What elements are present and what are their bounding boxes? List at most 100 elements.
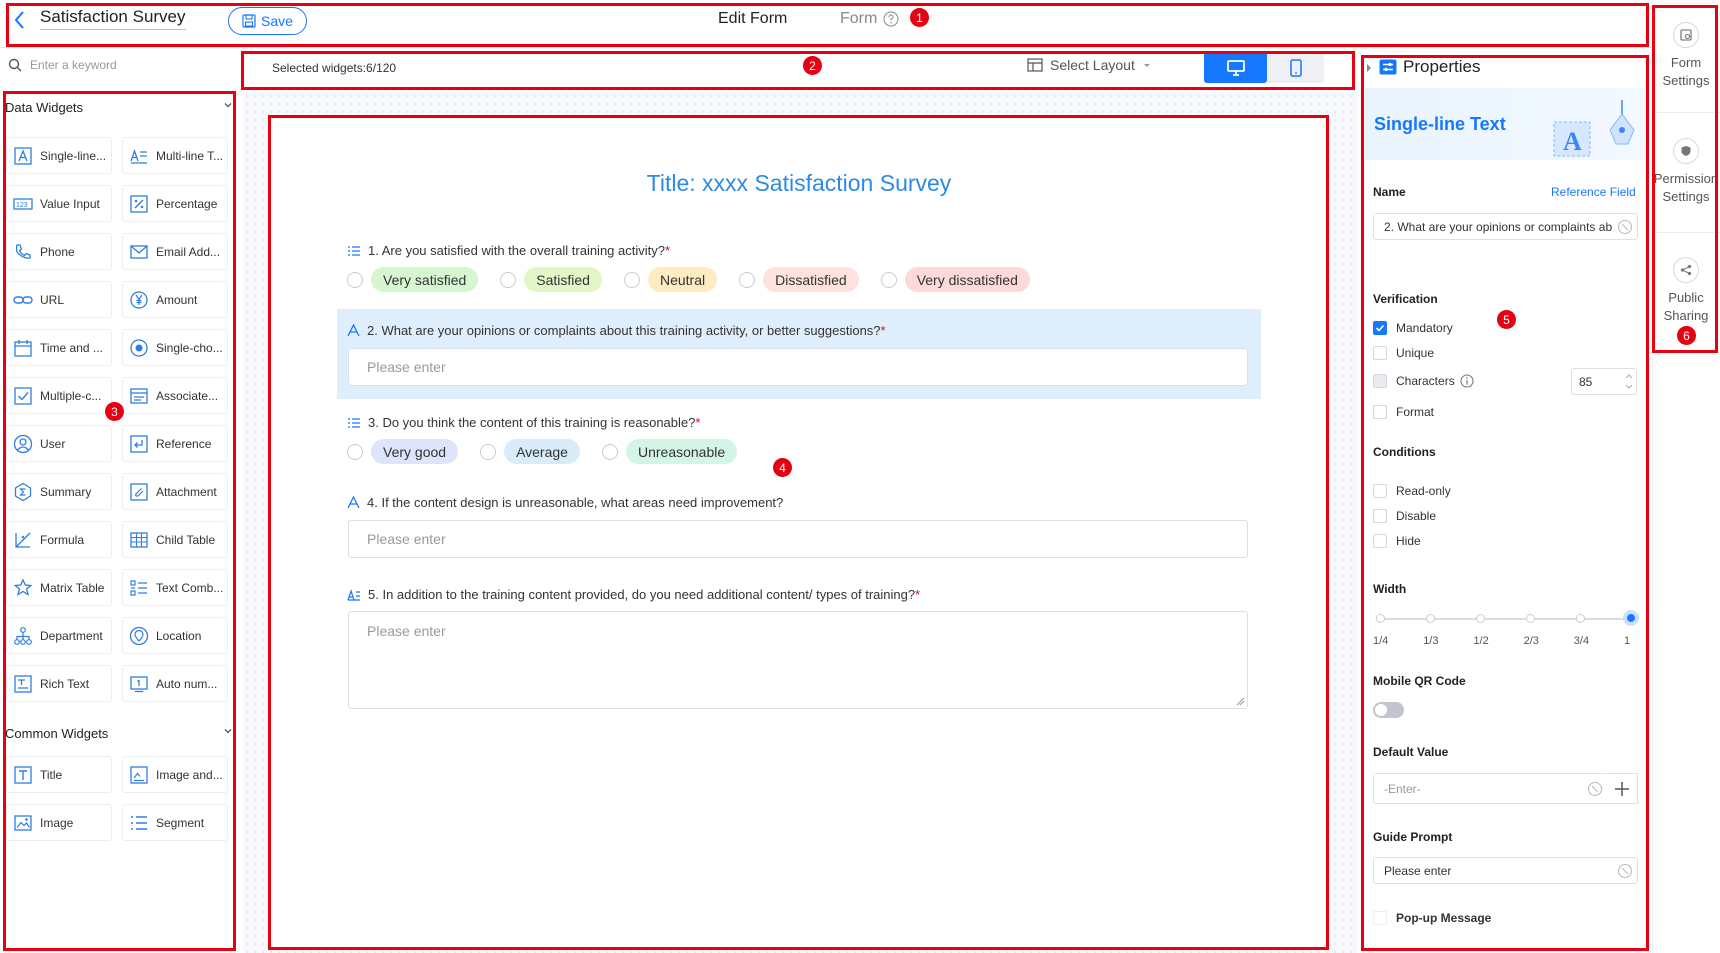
radio-button[interactable] [500, 271, 517, 288]
widget-button[interactable]: Percentage [122, 185, 228, 222]
widget-button[interactable]: Time and ... [6, 329, 112, 366]
radio-button[interactable] [601, 443, 618, 460]
question-5-label[interactable]: 5. In addition to the training content p… [347, 587, 920, 602]
radio-option[interactable]: Neutral [623, 267, 718, 292]
widget-button[interactable]: User [6, 425, 112, 462]
reference-field-link[interactable]: Reference Field [1551, 185, 1636, 199]
tab-edit-form[interactable]: Edit Form [718, 10, 787, 28]
widget-button[interactable]: Matrix Table [6, 569, 112, 606]
radio-button[interactable] [347, 271, 363, 288]
radio-button[interactable] [880, 271, 897, 288]
widget-button[interactable]: Attachment [122, 473, 228, 510]
question-5-textarea[interactable]: Please enter [348, 611, 1248, 709]
widget-button[interactable]: URL [6, 281, 112, 318]
width-slider-dot[interactable] [1425, 614, 1435, 623]
user-icon [13, 434, 33, 453]
question-4-label[interactable]: 4. If the content design is unreasonable… [347, 495, 783, 510]
disable-checkbox[interactable]: Disable [1373, 509, 1436, 523]
radio-button[interactable] [739, 271, 756, 288]
radio-button[interactable] [347, 443, 363, 460]
width-slider-dot[interactable] [1475, 614, 1485, 623]
widget-button[interactable]: Title [6, 756, 112, 793]
question-3-label[interactable]: 3. Do you think the content of this trai… [347, 415, 700, 430]
resize-handle-icon[interactable] [1236, 697, 1245, 706]
clear-icon[interactable] [1587, 781, 1603, 797]
mandatory-checkbox[interactable]: Mandatory [1373, 321, 1453, 335]
widget-search[interactable]: Enter a keyword [8, 58, 117, 72]
back-arrow-icon[interactable] [10, 8, 30, 32]
hide-checkbox[interactable]: Hide [1373, 534, 1421, 548]
radio-option[interactable]: Dissatisfied [739, 267, 859, 292]
question-4-input[interactable]: Please enter [348, 520, 1248, 558]
width-slider-dot[interactable] [1576, 614, 1586, 623]
widget-button[interactable]: Department [6, 617, 112, 654]
width-slider-dot[interactable] [1526, 614, 1536, 623]
form-title[interactable]: Title: xxxx Satisfaction Survey [270, 170, 1328, 197]
popup-message-checkbox[interactable]: Pop-up Message [1373, 911, 1491, 925]
select-layout-dropdown[interactable]: Select Layout [1027, 57, 1152, 73]
radio-option[interactable]: Satisfied [500, 267, 602, 292]
name-input[interactable]: 2. What are your opinions or complaints … [1373, 213, 1638, 240]
widget-button[interactable]: Location [122, 617, 228, 654]
help-icon[interactable] [883, 11, 899, 27]
characters-checkbox[interactable]: Characters [1373, 374, 1474, 388]
permission-settings-button[interactable]: Permission Settings [1652, 138, 1720, 206]
public-sharing-button[interactable]: Public Sharing [1652, 257, 1720, 325]
widget-button[interactable]: Phone [6, 233, 112, 270]
data-widgets-header[interactable]: Data Widgets [5, 100, 233, 115]
widget-button[interactable]: 123 Value Input [6, 185, 112, 222]
characters-stepper[interactable]: 85 [1571, 368, 1637, 395]
stepper-arrows-icon[interactable] [1624, 371, 1634, 392]
widget-button[interactable]: Image and... [122, 756, 228, 793]
radio-option[interactable]: Unreasonable [601, 439, 738, 464]
width-slider[interactable] [1380, 618, 1631, 620]
question-2-label[interactable]: 2. What are your opinions or complaints … [347, 323, 886, 338]
save-button[interactable]: Save [228, 7, 307, 35]
widget-button[interactable]: Text Comb... [122, 569, 228, 606]
form-settings-button[interactable]: Form Settings [1652, 22, 1720, 90]
widget-button[interactable]: Multiple-c... [6, 377, 112, 414]
question-1-options: Very satisfied Satisfied Neutral Dissatisfi… [347, 267, 1052, 292]
format-checkbox[interactable]: Format [1373, 405, 1434, 419]
widget-button[interactable]: Multi-line T... [122, 137, 228, 174]
add-default-value-button[interactable] [1607, 773, 1638, 804]
mobile-view-button[interactable] [1267, 52, 1324, 83]
question-2-input[interactable]: Please enter [348, 348, 1248, 386]
widget-button[interactable]: Rich Text [6, 665, 112, 702]
widget-button[interactable]: Auto num... [122, 665, 228, 702]
widget-button[interactable]: Image [6, 804, 112, 841]
common-widgets-header[interactable]: Common Widgets [5, 726, 233, 741]
default-value-input[interactable]: -Enter- [1373, 773, 1608, 804]
radio-option[interactable]: Very good [347, 439, 459, 464]
widget-button[interactable]: Single-cho... [122, 329, 228, 366]
info-icon[interactable] [1460, 374, 1474, 388]
width-slider-thumb[interactable] [1623, 610, 1639, 626]
widget-button[interactable]: Single-line... [6, 137, 112, 174]
widget-button[interactable]: Segment [122, 804, 228, 841]
radio-option[interactable]: Very dissatisfied [880, 267, 1030, 292]
clear-icon[interactable] [1617, 863, 1633, 879]
common-widgets-grid: Title Image and... Image Segment [6, 756, 230, 841]
widget-button[interactable]: Summary [6, 473, 112, 510]
radio-button[interactable] [480, 443, 497, 460]
tab-form[interactable]: Form [840, 10, 899, 28]
radio-option[interactable]: Average [480, 439, 580, 464]
read-only-checkbox[interactable]: Read-only [1373, 484, 1451, 498]
question-1-label[interactable]: 1. Are you satisfied with the overall tr… [347, 243, 670, 258]
widget-button[interactable]: Email Add... [122, 233, 228, 270]
widget-button[interactable]: Amount [122, 281, 228, 318]
desktop-view-button[interactable] [1204, 52, 1267, 83]
mobile-qr-toggle[interactable] [1373, 702, 1404, 718]
radio-option[interactable]: Very satisfied [347, 267, 479, 292]
widget-button[interactable]: Reference [122, 425, 228, 462]
search-input[interactable]: Enter a keyword [30, 58, 117, 72]
widget-button[interactable]: Formula [6, 521, 112, 558]
form-name[interactable]: Satisfaction Survey [40, 7, 186, 30]
widget-button[interactable]: Child Table [122, 521, 228, 558]
width-slider-dot[interactable] [1375, 614, 1385, 623]
unique-checkbox[interactable]: Unique [1373, 346, 1434, 360]
radio-button[interactable] [623, 271, 640, 288]
clear-icon[interactable] [1617, 219, 1633, 235]
guide-prompt-input[interactable]: Please enter [1373, 857, 1638, 884]
widget-button[interactable]: Associate... [122, 377, 228, 414]
